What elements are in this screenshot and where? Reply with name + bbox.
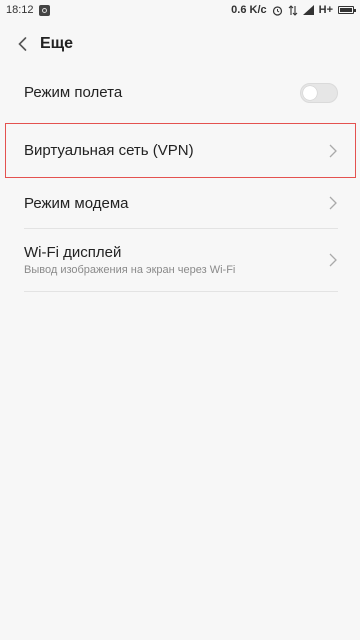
divider [24,291,338,292]
chevron-left-icon [17,37,26,51]
network-type: H+ [318,4,333,16]
list-item-airplane-mode[interactable]: Режим полета [0,70,360,115]
chevron-right-icon [329,196,337,210]
item-subtitle: Вывод изображения на экран через Wi-Fi [24,264,236,276]
header: Еще [0,20,360,68]
status-time: 18:12 [6,4,34,16]
app-notification-icon [38,4,50,16]
settings-list: Режим полета Виртуальная сеть (VPN) Режи… [0,70,360,292]
item-label: Виртуальная сеть (VPN) [24,142,194,159]
item-text: Wi-Fi дисплей Вывод изображения на экран… [24,244,235,276]
data-arrows-icon [288,4,298,16]
list-item-vpn[interactable]: Виртуальная сеть (VPN) [0,123,360,178]
battery-icon [338,6,356,14]
chevron-right-icon [329,253,337,267]
chevron-right-icon [329,144,337,157]
status-right: 0.6 K/c H+ [231,4,356,16]
page-title: Еще [40,35,74,52]
back-button[interactable] [14,36,30,52]
network-speed: 0.6 K/c [231,4,267,16]
alarm-icon [272,5,282,16]
item-label: Режим модема [24,194,129,212]
status-left: 18:12 [6,4,50,16]
item-label: Wi-Fi дисплей [24,244,122,261]
item-label: Режим полета [24,84,123,101]
airplane-mode-toggle[interactable] [300,82,338,103]
list-item-wifi-display[interactable]: Wi-Fi дисплей Вывод изображения на экран… [0,229,360,291]
list-item-tethering[interactable]: Режим модема [0,178,360,228]
status-bar: 18:12 0.6 K/c H+ [0,0,360,20]
signal-icon [302,5,314,15]
